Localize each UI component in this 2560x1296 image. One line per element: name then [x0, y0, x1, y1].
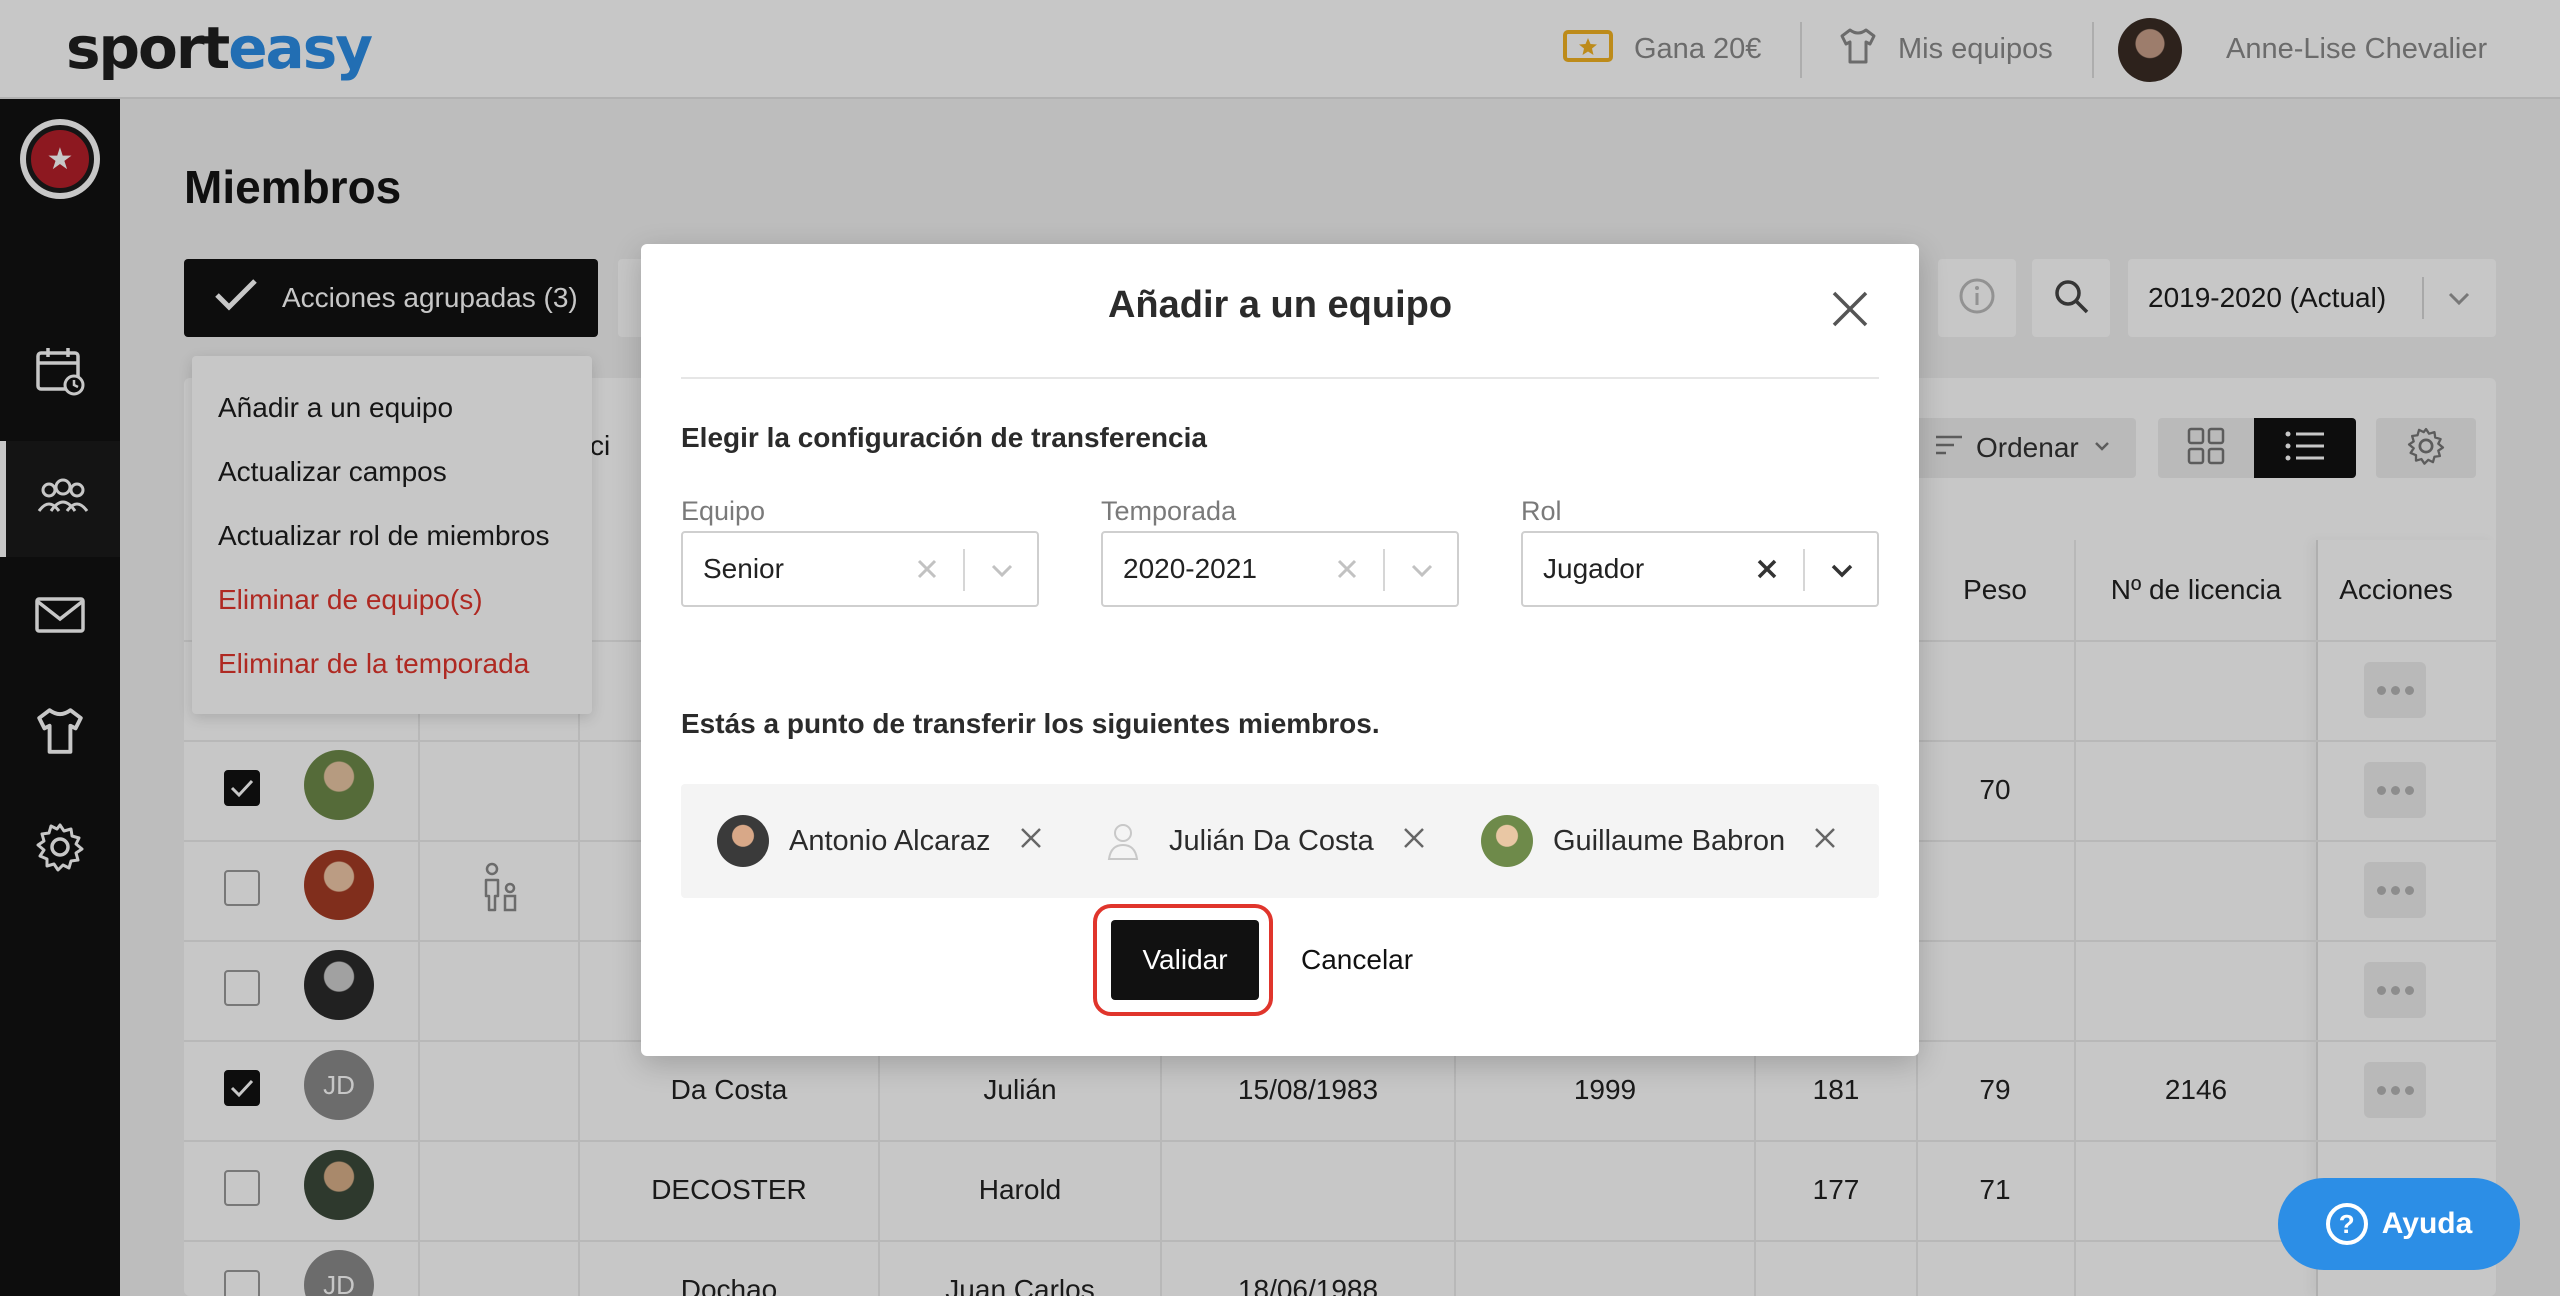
- select-divider: [963, 549, 965, 591]
- close-button[interactable]: [1827, 288, 1873, 334]
- member-chip: Julián Da Costa: [1097, 784, 1426, 898]
- remove-member-icon[interactable]: [1813, 825, 1837, 858]
- member-chip: Antonio Alcaraz: [717, 784, 1043, 898]
- role-select[interactable]: Jugador: [1521, 531, 1879, 607]
- modal-divider: [681, 377, 1879, 379]
- transfer-config-title: Elegir la configuración de transferencia: [681, 422, 1207, 453]
- member-name: Antonio Alcaraz: [789, 824, 991, 857]
- avatar: [1481, 815, 1533, 867]
- chevron-down-icon[interactable]: [1407, 555, 1437, 592]
- close-icon: [1831, 290, 1869, 333]
- member-chip: Guillaume Babron: [1481, 784, 1837, 898]
- member-name: Julián Da Costa: [1169, 824, 1374, 857]
- add-to-team-modal: Añadir a un equipo Elegir la configuraci…: [641, 244, 1919, 1056]
- user-placeholder-icon: [1097, 815, 1149, 867]
- help-label: Ayuda: [2381, 1207, 2473, 1240]
- season-select-value: 2020-2021: [1123, 553, 1257, 584]
- question-icon: ?: [2325, 1203, 2368, 1245]
- avatar: [717, 815, 769, 867]
- clear-icon[interactable]: [913, 555, 941, 590]
- role-select-value: Jugador: [1543, 553, 1645, 584]
- validate-button[interactable]: Validar: [1111, 920, 1259, 1000]
- clear-icon[interactable]: [1753, 555, 1781, 590]
- clear-icon[interactable]: [1333, 555, 1361, 590]
- chevron-down-icon[interactable]: [987, 555, 1017, 592]
- remove-member-icon[interactable]: [1402, 825, 1426, 858]
- members-intro: Estás a punto de transferir los siguient…: [681, 708, 1380, 739]
- remove-member-icon[interactable]: [1019, 825, 1043, 858]
- season-select[interactable]: 2020-2021: [1101, 531, 1459, 607]
- modal-title: Añadir a un equipo: [1107, 284, 1453, 326]
- members-to-transfer: Antonio Alcaraz Julián Da Costa Guillaum…: [681, 784, 1879, 898]
- team-select[interactable]: Senior: [681, 531, 1039, 607]
- chevron-down-icon[interactable]: [1827, 555, 1857, 592]
- team-label: Equipo: [681, 496, 766, 526]
- role-label: Rol: [1521, 496, 1562, 526]
- season-label: Temporada: [1101, 496, 1237, 526]
- select-divider: [1383, 549, 1385, 591]
- cancel-button[interactable]: Cancelar: [1301, 920, 1413, 1000]
- select-divider: [1803, 549, 1805, 591]
- help-button[interactable]: ? Ayuda: [2278, 1178, 2520, 1270]
- team-select-value: Senior: [703, 553, 784, 584]
- member-name: Guillaume Babron: [1553, 824, 1786, 857]
